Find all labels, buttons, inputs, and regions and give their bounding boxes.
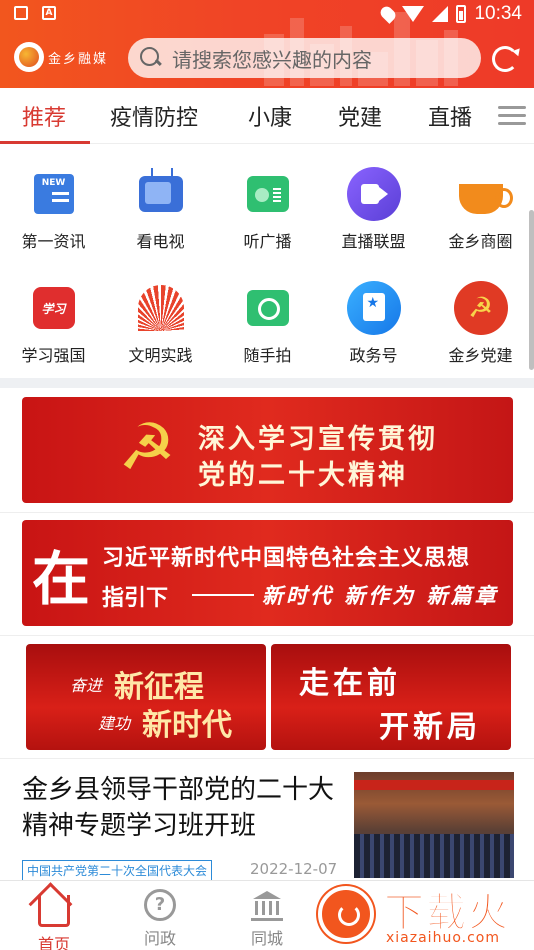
- nav-label: 同城: [250, 929, 283, 948]
- article-thumbnail[interactable]: [354, 772, 514, 878]
- divider: [0, 512, 534, 513]
- grid-item-label: 随手拍: [243, 346, 292, 365]
- grid-item-study[interactable]: 学习 学习强国: [0, 266, 107, 366]
- banner-line-1: 深入学习宣传贯彻: [198, 424, 438, 455]
- banner-guidance[interactable]: 在 习近平新时代中国特色社会主义思想 指引下 新时代 新作为 新篇章: [22, 520, 513, 626]
- party-emblem-icon: ☭: [453, 281, 508, 335]
- article-date: 2022-12-07: [250, 860, 338, 878]
- banner-dash: [192, 594, 254, 596]
- home-icon: [38, 895, 70, 927]
- article-tag[interactable]: 中国共产党第二十次全国代表大会: [22, 860, 213, 882]
- hammer-sickle-icon: ☭: [118, 411, 176, 485]
- nav-inquiry[interactable]: ? 问政: [120, 889, 200, 949]
- nav-local[interactable]: 同城: [227, 889, 307, 949]
- banner-text: 奋进: [70, 676, 103, 695]
- banner-line-2: 指引下: [102, 586, 169, 611]
- grid-item-label: 政务号: [349, 346, 398, 365]
- mail-notification-icon: [14, 6, 28, 20]
- news-icon: NEW: [33, 174, 74, 214]
- live-video-icon: [346, 167, 401, 221]
- scrollbar[interactable]: [529, 210, 534, 370]
- camera-icon: [246, 290, 289, 326]
- nav-home[interactable]: 首页: [14, 889, 94, 950]
- question-icon: ?: [144, 889, 176, 921]
- grid-item-watch-tv[interactable]: 看电视: [107, 152, 214, 252]
- section-divider: [0, 378, 534, 388]
- channel-tabs: 推荐 疫情防控 小康 党建 直播: [0, 88, 534, 144]
- watermark-url: xiazaihuo.com: [386, 930, 500, 946]
- grid-item-label: 金乡商圈: [448, 232, 513, 251]
- text-notification-icon: A: [42, 6, 56, 20]
- tab-epidemic[interactable]: 疫情防控: [110, 100, 198, 132]
- grid-item-label: 学习强国: [21, 346, 86, 365]
- grid-item-first-news[interactable]: NEW 第一资讯: [0, 152, 107, 252]
- grid-item-business-circle[interactable]: 金乡商圈: [427, 152, 534, 252]
- banner-text: 新时代: [142, 708, 232, 743]
- tab-party-building[interactable]: 党建: [338, 100, 382, 132]
- logo-mark-icon: [14, 42, 44, 72]
- banner-text: 建功: [98, 714, 131, 733]
- tab-live[interactable]: 直播: [428, 100, 472, 132]
- battery-icon: [456, 5, 467, 23]
- article-title[interactable]: 金乡县领导干部党的二十大精神专题学习班开班: [22, 772, 342, 844]
- grid-item-label: 金乡党建: [448, 346, 513, 365]
- banner-line-1: 习近平新时代中国特色社会主义思想: [102, 546, 471, 571]
- grid-item-civilization[interactable]: 文明实践: [107, 266, 214, 366]
- civilization-icon: [137, 285, 184, 331]
- banner-big-char: 在: [32, 545, 91, 613]
- grid-item-gov-account[interactable]: 政务号: [320, 266, 427, 366]
- app-header: A 10:34 金乡融媒 请搜索您感兴趣的内容: [0, 0, 534, 88]
- banner-line-2: 党的二十大精神: [198, 460, 408, 491]
- watermark-logo-icon: [318, 886, 374, 942]
- grid-item-label: 第一资讯: [21, 232, 86, 251]
- grid-item-snapshot[interactable]: 随手拍: [214, 266, 321, 366]
- grid-item-label: 看电视: [136, 232, 185, 251]
- grid-item-label: 直播联盟: [341, 232, 406, 251]
- nav-label: 问政: [143, 929, 176, 948]
- active-tab-indicator: [0, 141, 90, 144]
- tv-icon: [138, 176, 183, 212]
- search-icon: [140, 47, 162, 69]
- divider: [0, 758, 534, 759]
- banner-text: 走在前: [299, 666, 401, 701]
- location-icon: [378, 4, 399, 24]
- nav-label: 首页: [37, 935, 70, 950]
- banner-study-spirit[interactable]: ☭ 深入学习宣传贯彻 党的二十大精神: [22, 397, 513, 503]
- coffee-cup-icon: [458, 184, 513, 214]
- grid-item-radio[interactable]: 听广播: [214, 152, 321, 252]
- wifi-icon: [402, 6, 425, 22]
- grid-item-party-building[interactable]: ☭ 金乡党建: [427, 266, 534, 366]
- feature-grid: NEW 第一资讯 看电视 听广播 直播联盟 金乡商圈 学习 学习强国 文明实践 …: [0, 152, 534, 374]
- banner-new-situation[interactable]: 走在前 开新局: [271, 644, 511, 750]
- signal-icon: [432, 6, 449, 22]
- bank-icon: [251, 889, 283, 921]
- grid-item-label: 文明实践: [128, 346, 193, 365]
- banner-new-journey[interactable]: 奋进 新征程 建功 新时代: [26, 644, 266, 750]
- tab-recommend[interactable]: 推荐: [22, 100, 66, 132]
- banner-text: 开新局: [379, 710, 481, 745]
- search-placeholder: 请搜索您感兴趣的内容: [172, 47, 372, 72]
- radio-icon: [246, 176, 289, 212]
- study-icon: 学习: [32, 287, 75, 329]
- grid-item-live-alliance[interactable]: 直播联盟: [320, 152, 427, 252]
- watermark: 下载火 xiazaihuo.com: [318, 880, 534, 950]
- search-bar[interactable]: 请搜索您感兴趣的内容: [128, 38, 481, 78]
- status-time: 10:34: [474, 3, 522, 24]
- grid-item-label: 听广播: [243, 232, 292, 251]
- divider: [0, 635, 534, 636]
- banner-line-3: 新时代 新作为 新篇章: [262, 584, 499, 608]
- app-logo[interactable]: 金乡融媒: [14, 42, 108, 72]
- refresh-icon[interactable]: [492, 46, 518, 72]
- menu-icon[interactable]: [498, 106, 526, 126]
- status-bar: A 10:34: [0, 0, 534, 28]
- gov-account-icon: [346, 281, 401, 335]
- tab-xiaokang[interactable]: 小康: [248, 100, 292, 132]
- logo-text: 金乡融媒: [48, 51, 109, 67]
